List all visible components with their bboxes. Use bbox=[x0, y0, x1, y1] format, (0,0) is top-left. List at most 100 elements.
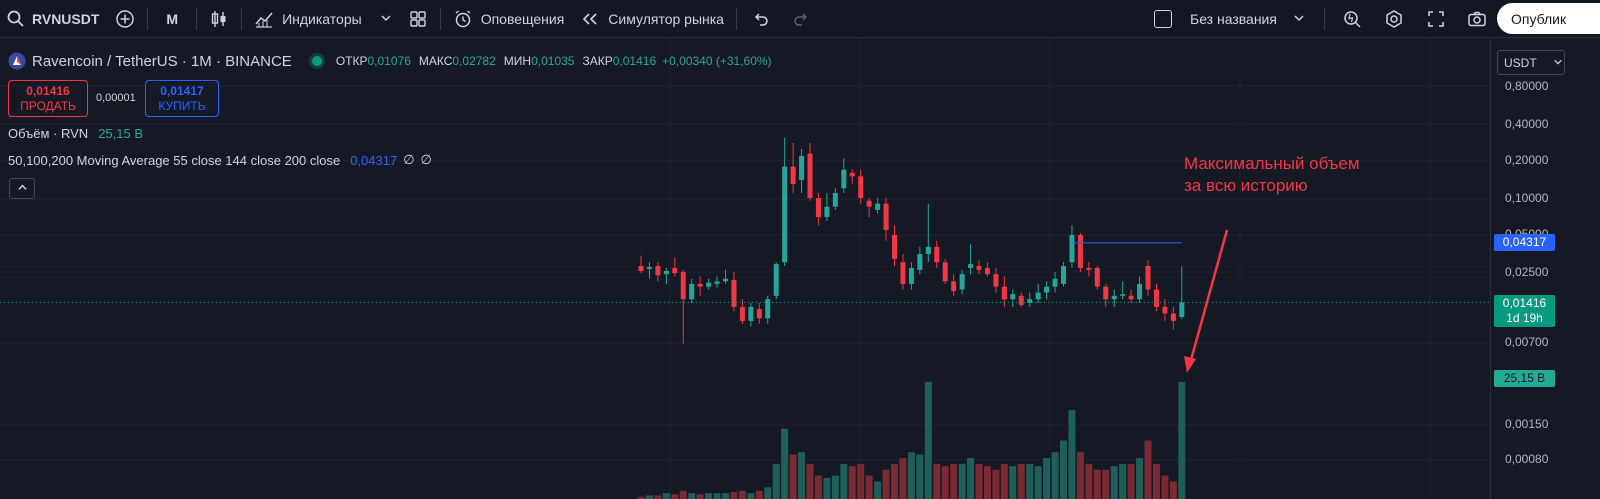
volume-bar bbox=[1034, 466, 1042, 499]
volume-bar bbox=[1144, 440, 1152, 499]
candle-body bbox=[765, 299, 771, 319]
ma-value-empty: ∅ bbox=[420, 152, 432, 167]
volume-bar bbox=[1178, 382, 1186, 499]
candle-body bbox=[951, 281, 957, 292]
candle-body bbox=[663, 270, 669, 275]
chart-annotation[interactable]: Максимальный объем за всю историю bbox=[1184, 153, 1360, 197]
publish-button[interactable]: Опублик bbox=[1497, 3, 1600, 34]
sell-price: 0,01416 bbox=[26, 83, 70, 98]
sell-label: ПРОДАТЬ bbox=[20, 98, 76, 113]
settings-button[interactable] bbox=[1376, 0, 1412, 38]
candle-body bbox=[908, 267, 914, 284]
replay-button[interactable]: Симулятор рынка bbox=[572, 0, 732, 38]
quick-search-button[interactable] bbox=[1334, 0, 1370, 38]
buy-price: 0,01417 bbox=[160, 83, 204, 98]
alerts-button[interactable]: Оповещения bbox=[445, 0, 573, 38]
volume-bar bbox=[645, 495, 653, 499]
candle-body bbox=[731, 280, 737, 307]
snapshot-button[interactable] bbox=[1459, 0, 1495, 38]
ma-legend[interactable]: 50,100,200 Moving Average 55 close 144 c… bbox=[8, 152, 432, 168]
price-tick: 0,00700 bbox=[1505, 335, 1549, 349]
candle-body bbox=[1001, 286, 1007, 300]
candle-body bbox=[917, 254, 923, 270]
volume-bar bbox=[671, 494, 679, 499]
candle-body bbox=[723, 278, 728, 282]
volume-bar bbox=[1017, 463, 1025, 499]
volume-bar bbox=[1152, 463, 1160, 499]
volume-bar bbox=[781, 428, 789, 499]
chevron-down-icon bbox=[1293, 11, 1305, 27]
toolbar-divider bbox=[439, 7, 441, 30]
compare-button[interactable] bbox=[107, 0, 143, 38]
low-key: МИН bbox=[503, 54, 532, 68]
symbol-search-button[interactable]: RVNUSDT bbox=[0, 0, 107, 38]
candle-body bbox=[773, 264, 779, 296]
volume-bar bbox=[1085, 463, 1093, 499]
annotation-arrow-head bbox=[1184, 356, 1196, 373]
high-value: 0,02782 bbox=[452, 54, 496, 68]
candle-body bbox=[858, 176, 864, 198]
volume-bar bbox=[688, 493, 696, 499]
candle-body bbox=[646, 266, 652, 269]
indicators-button[interactable]: Индикаторы bbox=[246, 0, 400, 38]
annotation-arrow-line bbox=[1189, 229, 1229, 361]
candle-body bbox=[714, 281, 720, 284]
volume-bar bbox=[874, 481, 882, 499]
volume-bar bbox=[1127, 463, 1135, 499]
candle-body bbox=[1179, 302, 1185, 318]
buy-button[interactable]: 0,01417 КУПИТЬ bbox=[145, 80, 219, 117]
currency-select[interactable]: USDT bbox=[1497, 50, 1565, 75]
layout-menu[interactable]: Без названия bbox=[1146, 0, 1313, 38]
price-axis[interactable]: 0,80000 0,40000 0,20000 0,10000 0,05000 … bbox=[1490, 38, 1600, 499]
chevron-up-icon bbox=[17, 182, 28, 196]
volume-bar bbox=[696, 494, 704, 499]
volume-bar bbox=[831, 475, 839, 499]
chart-type-button[interactable] bbox=[201, 0, 237, 38]
volume-bar bbox=[975, 463, 983, 499]
redo-button[interactable] bbox=[781, 0, 821, 38]
annotation-line2: за всю историю bbox=[1184, 176, 1308, 195]
volume-bar bbox=[738, 490, 746, 499]
volume-bar bbox=[730, 491, 738, 499]
volume-bar bbox=[907, 452, 915, 499]
price-chart[interactable] bbox=[0, 38, 1490, 499]
market-status-dot bbox=[311, 56, 322, 66]
templates-button[interactable] bbox=[400, 0, 436, 38]
price-tick: 0,20000 bbox=[1505, 153, 1549, 167]
toolbar-divider bbox=[147, 7, 149, 30]
candle-body bbox=[1103, 286, 1109, 300]
candle-body bbox=[866, 200, 872, 207]
candle-body bbox=[1044, 286, 1050, 293]
candle-body bbox=[790, 166, 796, 184]
sell-button[interactable]: 0,01416 ПРОДАТЬ bbox=[8, 80, 88, 117]
volume-bar bbox=[1060, 440, 1067, 499]
grid-icon bbox=[408, 9, 428, 29]
candle-body bbox=[849, 172, 855, 177]
ravencoin-logo-icon bbox=[8, 52, 26, 70]
chevron-down-icon[interactable] bbox=[380, 11, 392, 27]
volume-bar bbox=[722, 493, 729, 499]
candle-body bbox=[1170, 313, 1176, 321]
indicators-icon bbox=[254, 9, 274, 29]
candle-body bbox=[900, 262, 906, 284]
undo-button[interactable] bbox=[741, 0, 781, 38]
collapse-legend-button[interactable] bbox=[9, 178, 35, 199]
volume-bar bbox=[840, 463, 848, 499]
volume-bar bbox=[823, 477, 831, 499]
volume-legend[interactable]: Объём · RVN 25,15 B bbox=[8, 126, 143, 141]
candle-body bbox=[680, 272, 686, 300]
fullscreen-button[interactable] bbox=[1418, 0, 1454, 38]
candle-body bbox=[1120, 294, 1126, 296]
spread-value: 0,00001 bbox=[96, 92, 136, 104]
candle-body bbox=[925, 246, 931, 255]
candle-body bbox=[748, 306, 754, 321]
volume-bar bbox=[967, 458, 975, 499]
candle-body bbox=[1018, 295, 1024, 305]
volume-bar bbox=[941, 466, 949, 499]
interval-button[interactable]: M bbox=[152, 0, 192, 38]
candle-body bbox=[1137, 283, 1143, 300]
price-tick: 0,10000 bbox=[1505, 191, 1549, 205]
volume-bar bbox=[1009, 466, 1017, 499]
candle-body bbox=[706, 282, 712, 287]
volume-badge: 25,15 B bbox=[1494, 370, 1555, 387]
